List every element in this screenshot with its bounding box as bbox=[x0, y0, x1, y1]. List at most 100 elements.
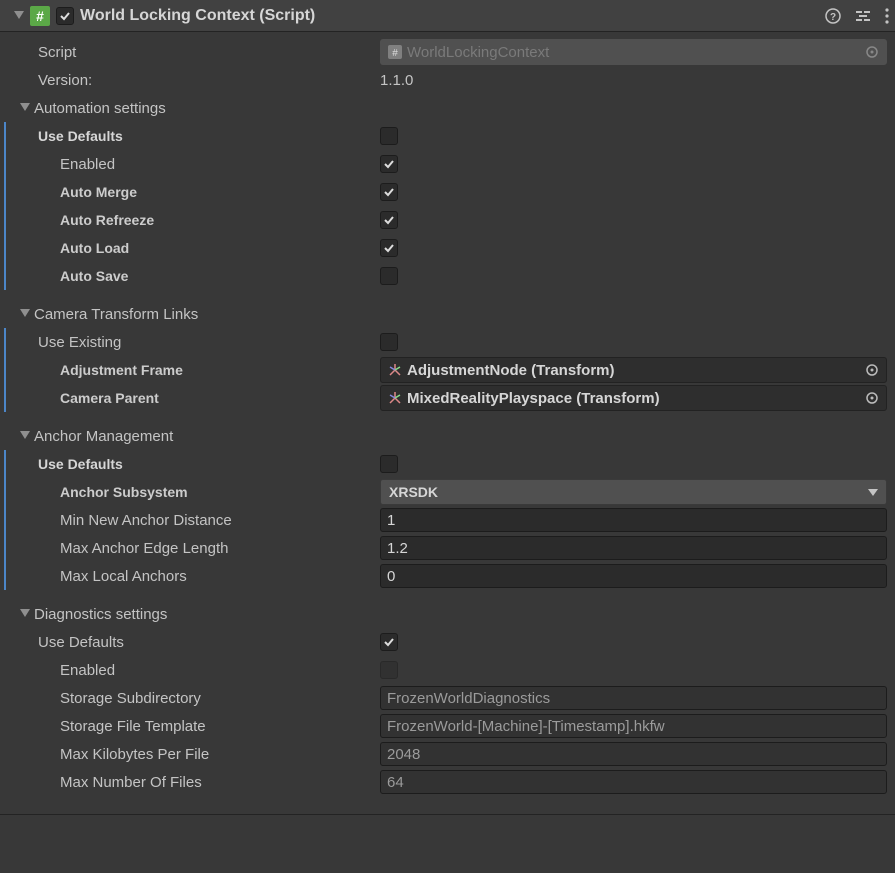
storage-file-tmpl-row: Storage File Template bbox=[0, 712, 895, 740]
max-local-anchors-label: Max Local Anchors bbox=[60, 568, 187, 585]
camera-parent-value: MixedRealityPlayspace (Transform) bbox=[407, 390, 858, 407]
script-label: Script bbox=[38, 44, 76, 61]
diag-enabled-checkbox bbox=[380, 661, 398, 679]
script-value: WorldLockingContext bbox=[407, 44, 858, 61]
max-anchor-edge-len-input[interactable] bbox=[380, 536, 887, 560]
max-kb-per-file-label: Max Kilobytes Per File bbox=[60, 746, 209, 763]
max-kb-per-file-input bbox=[380, 742, 887, 766]
component-enable-checkbox[interactable] bbox=[56, 7, 74, 25]
anchor-heading: Anchor Management bbox=[34, 428, 173, 445]
auto-load-row: Auto Load bbox=[0, 234, 895, 262]
diag-use-defaults-row: Use Defaults bbox=[0, 628, 895, 656]
storage-subdir-input bbox=[380, 686, 887, 710]
use-existing-checkbox[interactable] bbox=[380, 333, 398, 351]
use-existing-row: Use Existing bbox=[0, 328, 895, 356]
auto-merge-label: Auto Merge bbox=[60, 184, 137, 200]
version-label: Version: bbox=[38, 72, 92, 89]
anchor-subsystem-dropdown[interactable]: XRSDK bbox=[380, 479, 887, 505]
inspector-component: # World Locking Context (Script) ? Scrip… bbox=[0, 0, 895, 815]
auto-save-label: Auto Save bbox=[60, 268, 128, 284]
camera-heading-row[interactable]: Camera Transform Links bbox=[0, 300, 895, 328]
component-title: World Locking Context (Script) bbox=[80, 7, 819, 25]
context-menu-icon[interactable] bbox=[885, 8, 889, 24]
help-icon[interactable]: ? bbox=[825, 8, 841, 24]
diag-enabled-row: Enabled bbox=[0, 656, 895, 684]
script-type-icon: # bbox=[30, 6, 50, 26]
enabled-row: Enabled bbox=[0, 150, 895, 178]
svg-text:?: ? bbox=[830, 12, 836, 23]
diag-enabled-label: Enabled bbox=[60, 662, 115, 679]
dropdown-icon bbox=[868, 487, 878, 497]
transform-icon bbox=[387, 362, 403, 378]
max-local-anchors-input[interactable] bbox=[380, 564, 887, 588]
anchor-subsystem-row: Anchor Subsystem XRSDK bbox=[0, 478, 895, 506]
csharp-icon: # bbox=[387, 44, 403, 60]
enabled-checkbox[interactable] bbox=[380, 155, 398, 173]
diagnostics-heading: Diagnostics settings bbox=[34, 606, 167, 623]
script-object-field[interactable]: # WorldLockingContext bbox=[380, 39, 887, 65]
auto-refreeze-row: Auto Refreeze bbox=[0, 206, 895, 234]
object-picker-icon[interactable] bbox=[862, 388, 882, 408]
object-picker-icon[interactable] bbox=[862, 42, 882, 62]
transform-icon bbox=[387, 390, 403, 406]
diag-use-defaults-label: Use Defaults bbox=[38, 634, 124, 651]
auto-refreeze-checkbox[interactable] bbox=[380, 211, 398, 229]
foldout-icon bbox=[20, 309, 30, 319]
max-num-files-input bbox=[380, 770, 887, 794]
max-num-files-label: Max Number Of Files bbox=[60, 774, 202, 791]
adjustment-frame-field[interactable]: AdjustmentNode (Transform) bbox=[380, 357, 887, 383]
script-row: Script # WorldLockingContext bbox=[0, 38, 895, 66]
storage-file-tmpl-input bbox=[380, 714, 887, 738]
foldout-icon bbox=[20, 609, 30, 619]
foldout-icon bbox=[14, 11, 24, 21]
camera-heading: Camera Transform Links bbox=[34, 306, 198, 323]
storage-subdir-row: Storage Subdirectory bbox=[0, 684, 895, 712]
max-kb-per-file-row: Max Kilobytes Per File bbox=[0, 740, 895, 768]
svg-text:#: # bbox=[392, 48, 398, 59]
version-row: Version: 1.1.0 bbox=[0, 66, 895, 94]
camera-parent-label: Camera Parent bbox=[60, 390, 159, 406]
min-new-anchor-dist-label: Min New Anchor Distance bbox=[60, 512, 232, 529]
use-existing-label: Use Existing bbox=[38, 334, 121, 351]
anchor-use-defaults-label: Use Defaults bbox=[38, 456, 123, 472]
auto-merge-row: Auto Merge bbox=[0, 178, 895, 206]
object-picker-icon[interactable] bbox=[862, 360, 882, 380]
adjustment-frame-label: Adjustment Frame bbox=[60, 362, 183, 378]
enabled-label: Enabled bbox=[60, 156, 115, 173]
automation-heading-row[interactable]: Automation settings bbox=[0, 94, 895, 122]
max-anchor-edge-len-label: Max Anchor Edge Length bbox=[60, 540, 228, 557]
camera-parent-row: Camera Parent MixedRealityPlayspace (Tra… bbox=[0, 384, 895, 412]
auto-load-label: Auto Load bbox=[60, 240, 129, 256]
auto-load-checkbox[interactable] bbox=[380, 239, 398, 257]
max-local-anchors-row: Max Local Anchors bbox=[0, 562, 895, 590]
storage-subdir-label: Storage Subdirectory bbox=[60, 690, 201, 707]
foldout-icon bbox=[20, 103, 30, 113]
automation-heading: Automation settings bbox=[34, 100, 166, 117]
version-value: 1.1.0 bbox=[380, 72, 413, 89]
anchor-use-defaults-checkbox[interactable] bbox=[380, 455, 398, 473]
adjustment-frame-row: Adjustment Frame AdjustmentNode (Transfo… bbox=[0, 356, 895, 384]
anchor-subsystem-label: Anchor Subsystem bbox=[60, 484, 188, 500]
divider bbox=[0, 814, 895, 815]
anchor-subsystem-value: XRSDK bbox=[389, 484, 868, 500]
min-new-anchor-dist-input[interactable] bbox=[380, 508, 887, 532]
storage-file-tmpl-label: Storage File Template bbox=[60, 718, 206, 735]
anchor-use-defaults-row: Use Defaults bbox=[0, 450, 895, 478]
use-defaults-row: Use Defaults bbox=[0, 122, 895, 150]
anchor-heading-row[interactable]: Anchor Management bbox=[0, 422, 895, 450]
component-header[interactable]: # World Locking Context (Script) ? bbox=[0, 0, 895, 32]
auto-save-row: Auto Save bbox=[0, 262, 895, 290]
auto-refreeze-label: Auto Refreeze bbox=[60, 212, 154, 228]
min-new-anchor-dist-row: Min New Anchor Distance bbox=[0, 506, 895, 534]
auto-merge-checkbox[interactable] bbox=[380, 183, 398, 201]
use-defaults-label: Use Defaults bbox=[38, 128, 123, 144]
foldout-icon bbox=[20, 431, 30, 441]
camera-parent-field[interactable]: MixedRealityPlayspace (Transform) bbox=[380, 385, 887, 411]
use-defaults-checkbox[interactable] bbox=[380, 127, 398, 145]
diag-use-defaults-checkbox[interactable] bbox=[380, 633, 398, 651]
diagnostics-heading-row[interactable]: Diagnostics settings bbox=[0, 600, 895, 628]
preset-icon[interactable] bbox=[855, 8, 871, 24]
max-num-files-row: Max Number Of Files bbox=[0, 768, 895, 796]
auto-save-checkbox[interactable] bbox=[380, 267, 398, 285]
max-anchor-edge-len-row: Max Anchor Edge Length bbox=[0, 534, 895, 562]
